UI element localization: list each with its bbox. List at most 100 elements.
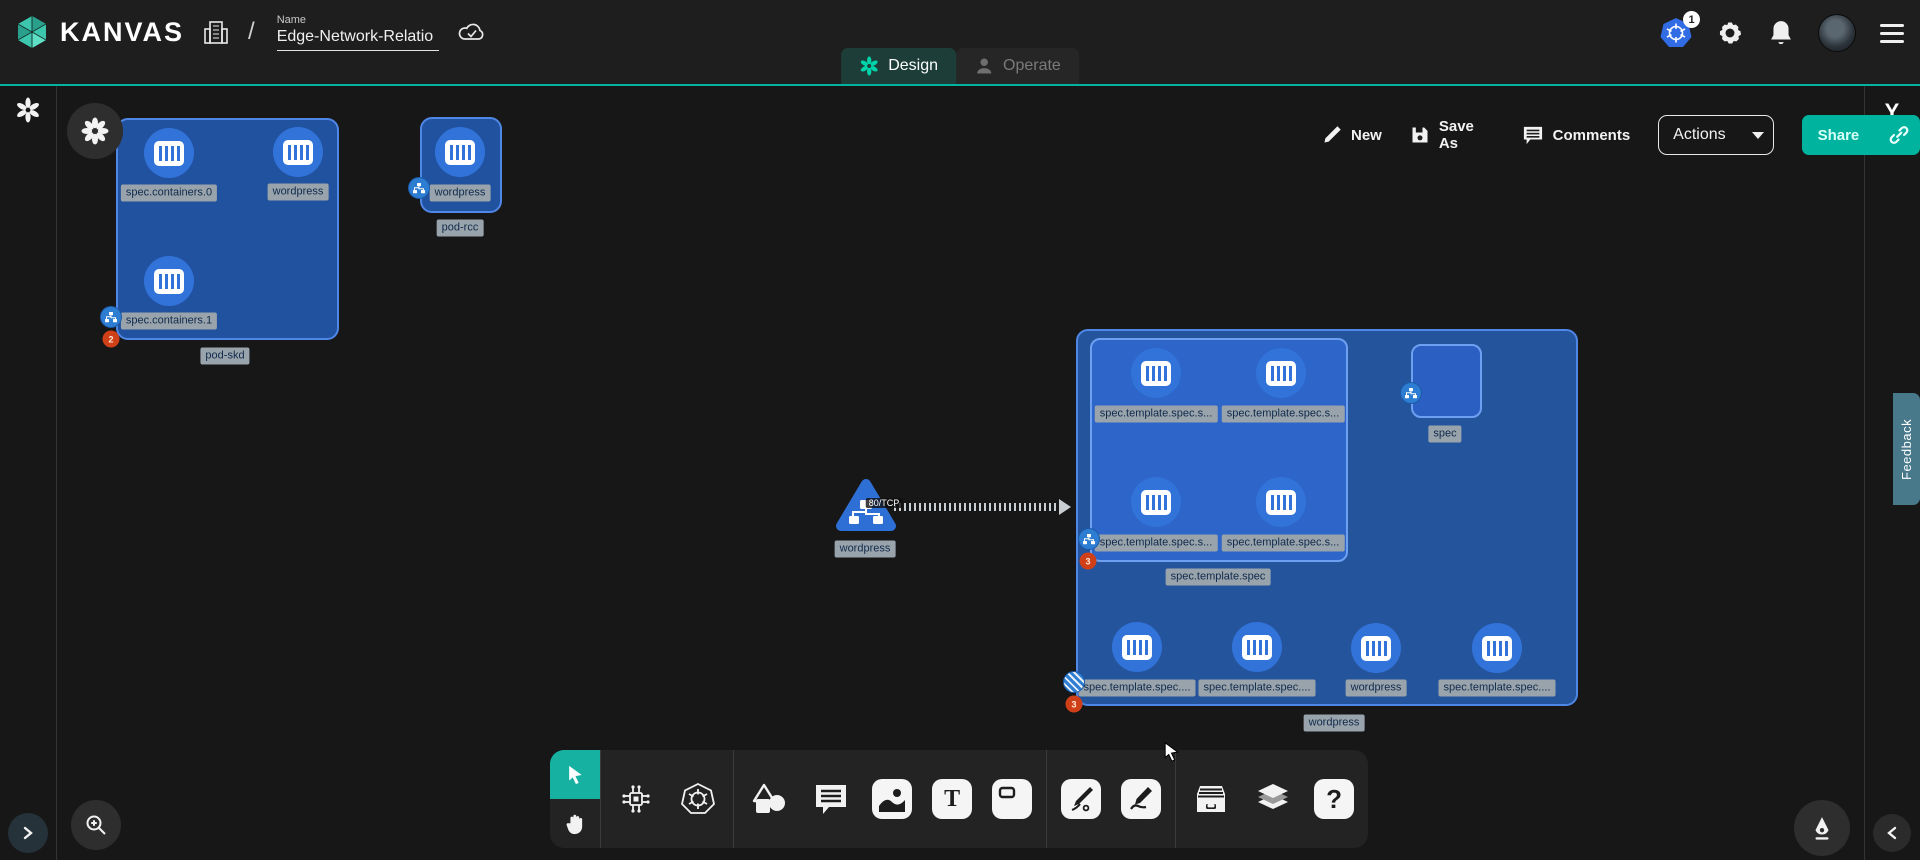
logo-hexagon-icon — [14, 14, 50, 50]
error-badge[interactable]: 3 — [1066, 696, 1083, 713]
comment-tool[interactable] — [810, 778, 852, 820]
node-label: spec.template.spec.... — [1199, 680, 1316, 697]
building-icon[interactable] — [202, 18, 230, 46]
container-node[interactable] — [273, 127, 323, 177]
link-icon[interactable] — [1875, 124, 1920, 146]
tab-operate-label: Operate — [1003, 57, 1061, 75]
container-icon — [154, 141, 184, 166]
dropdown-caret-icon[interactable] — [1740, 132, 1774, 139]
group-label: wordpress — [1304, 715, 1365, 732]
container-node[interactable] — [144, 128, 194, 178]
actions-button-label[interactable]: Actions — [1659, 126, 1739, 144]
comments-button[interactable]: Comments — [1522, 125, 1631, 145]
actions-split-button[interactable]: Actions — [1658, 115, 1773, 155]
sketch-tool[interactable] — [1121, 779, 1161, 819]
component-tool[interactable] — [615, 778, 657, 820]
pointer-tools — [550, 750, 600, 848]
drawing-tools — [1047, 750, 1175, 848]
tab-operate[interactable]: Operate — [956, 48, 1079, 84]
user-avatar[interactable] — [1818, 14, 1856, 52]
container-node[interactable] — [435, 127, 485, 177]
container-node[interactable] — [1256, 348, 1306, 398]
share-button-label[interactable]: Share — [1802, 127, 1876, 144]
container-node[interactable] — [1131, 348, 1181, 398]
name-field-label: Name — [277, 14, 439, 26]
notifications-bell-icon[interactable] — [1768, 19, 1794, 47]
node-label: spec.template.spec.s... — [1095, 535, 1218, 552]
canvas-toolbar: T ? — [550, 750, 1368, 848]
comment-icon — [1522, 125, 1544, 145]
note-tool[interactable] — [992, 779, 1032, 819]
spiral-icon[interactable] — [11, 93, 45, 127]
pod-icon[interactable] — [1400, 382, 1422, 404]
container-node[interactable] — [144, 256, 194, 306]
help-tool[interactable]: ? — [1314, 779, 1354, 819]
image-tool[interactable] — [872, 779, 912, 819]
shapes-tool[interactable] — [748, 778, 790, 820]
node-label: wordpress — [1346, 680, 1407, 697]
save-icon — [1410, 125, 1430, 145]
container-node[interactable] — [1351, 623, 1401, 673]
header-left: KANVAS / Name Edge-Network-Relatio — [14, 0, 487, 64]
chevron-left-icon[interactable] — [1873, 814, 1911, 852]
select-tool[interactable] — [550, 750, 600, 799]
container-icon — [1242, 635, 1272, 660]
container-icon — [1266, 490, 1296, 515]
layers-tool[interactable] — [1252, 778, 1294, 820]
node-label: spec.containers.0 — [121, 185, 217, 202]
kubernetes-tool[interactable] — [677, 778, 719, 820]
container-icon — [445, 140, 475, 165]
settings-gear-icon[interactable] — [1716, 19, 1744, 47]
pan-tool[interactable] — [550, 799, 600, 848]
group-spec-template-spec[interactable] — [1090, 338, 1348, 562]
save-as-button-label: Save As — [1439, 118, 1494, 152]
text-tool[interactable]: T — [932, 779, 972, 819]
feedback-tab[interactable]: Feedback — [1893, 393, 1920, 505]
container-node[interactable] — [1112, 622, 1162, 672]
container-node[interactable] — [1232, 622, 1282, 672]
cloud-check-icon — [457, 20, 487, 44]
group-spec[interactable] — [1411, 344, 1482, 418]
flower-icon[interactable] — [67, 103, 123, 159]
zoom-in-icon[interactable] — [71, 800, 121, 850]
container-node[interactable] — [1256, 477, 1306, 527]
container-icon — [1266, 361, 1296, 386]
design-name-field[interactable]: Name Edge-Network-Relatio — [277, 14, 439, 51]
node-label: wordpress — [268, 184, 329, 201]
service-edge[interactable] — [894, 503, 1062, 511]
group-label: pod-rcc — [437, 220, 484, 237]
pen-tool[interactable] — [1061, 779, 1101, 819]
logo[interactable]: KANVAS — [14, 14, 184, 50]
share-split-button[interactable]: Share — [1802, 115, 1920, 155]
chevron-right-icon[interactable] — [8, 813, 48, 853]
new-button[interactable]: New — [1322, 125, 1382, 145]
container-node[interactable] — [1472, 623, 1522, 673]
node-label: spec.template.spec.... — [1439, 680, 1556, 697]
error-badge[interactable]: 2 — [103, 331, 120, 348]
header-right: 1 — [1660, 0, 1904, 66]
breadcrumb-separator: / — [248, 18, 255, 46]
pod-icon[interactable] — [1078, 528, 1100, 550]
menu-icon[interactable] — [1880, 24, 1904, 43]
container-node[interactable] — [1131, 477, 1181, 527]
container-icon — [1361, 636, 1391, 661]
tab-design[interactable]: Design — [841, 48, 956, 84]
name-field-value[interactable]: Edge-Network-Relatio — [277, 28, 439, 51]
pod-icon[interactable] — [408, 177, 430, 199]
save-as-button[interactable]: Save As — [1410, 118, 1494, 152]
new-button-label: New — [1351, 127, 1382, 144]
pod-icon[interactable] — [100, 306, 122, 328]
error-badge[interactable]: 3 — [1080, 553, 1097, 570]
logo-text: KANVAS — [60, 17, 184, 48]
tab-design-label: Design — [888, 57, 938, 75]
container-icon — [283, 140, 313, 165]
node-label: spec.template.spec.s... — [1222, 535, 1345, 552]
node-label: spec.template.spec.s... — [1222, 406, 1345, 423]
pencil-icon — [1322, 125, 1342, 145]
deployment-icon[interactable] — [1063, 671, 1085, 693]
pen-nib-icon[interactable] — [1794, 800, 1850, 856]
design-spiral-icon — [859, 56, 879, 76]
left-rail — [0, 86, 57, 860]
kubernetes-context-icon[interactable]: 1 — [1660, 17, 1692, 49]
drawer-tool[interactable] — [1190, 778, 1232, 820]
